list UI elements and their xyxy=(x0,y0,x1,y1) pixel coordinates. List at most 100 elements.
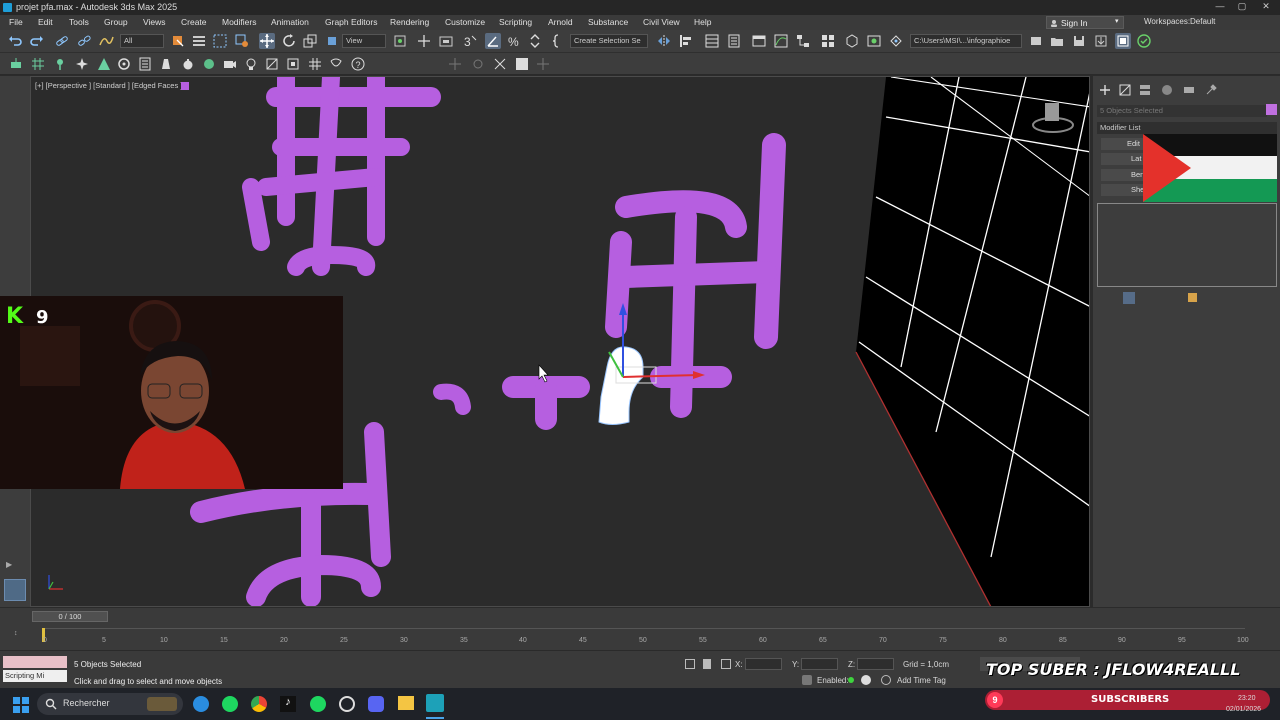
discord-icon[interactable] xyxy=(368,696,384,712)
windows-start-icon[interactable] xyxy=(13,697,29,713)
3ds-max-taskbar-icon[interactable] xyxy=(426,694,444,712)
layer-explorer-icon[interactable] xyxy=(726,33,742,49)
placement-icon[interactable] xyxy=(324,33,340,49)
isolate-selection-icon[interactable] xyxy=(685,659,695,669)
list-icon[interactable] xyxy=(137,56,153,72)
x-coordinate-input[interactable] xyxy=(745,658,782,670)
sign-in-button[interactable]: Sign In ▾ xyxy=(1046,16,1124,29)
tiktok-icon[interactable]: ♪ xyxy=(280,696,296,712)
z-coordinate-input[interactable] xyxy=(857,658,894,670)
paint-icon[interactable] xyxy=(158,56,174,72)
snaps-toggle-icon[interactable]: 3 xyxy=(462,33,478,49)
lock-selection-icon[interactable] xyxy=(703,659,711,669)
viewport-color-swatch[interactable] xyxy=(181,82,189,90)
menu-edit[interactable]: Edit xyxy=(38,17,53,27)
pivot-center-icon[interactable] xyxy=(392,33,408,49)
shapes-icon[interactable] xyxy=(264,56,280,72)
edit-named-selection-icon[interactable] xyxy=(552,33,568,49)
play-small-icon[interactable]: ▶ xyxy=(6,560,16,569)
import-icon[interactable] xyxy=(1093,33,1109,49)
menu-civil-view[interactable]: Civil View xyxy=(643,17,680,27)
pin-stack-icon[interactable] xyxy=(1123,292,1135,304)
modifier-list-select[interactable]: Modifier List xyxy=(1097,122,1277,134)
search-box[interactable]: Rechercher xyxy=(37,693,183,715)
project-path-select[interactable]: C:\Users\MSI\...\infographioe xyxy=(910,34,1022,48)
spinner-snap-icon[interactable] xyxy=(527,33,543,49)
redo-icon[interactable] xyxy=(28,33,44,49)
menu-animation[interactable]: Animation xyxy=(271,17,309,27)
viewport-layout-button[interactable] xyxy=(4,579,26,601)
render-production-icon[interactable] xyxy=(888,33,904,49)
grid-icon[interactable] xyxy=(307,56,323,72)
menu-modifiers[interactable]: Modifiers xyxy=(222,17,256,27)
grid-snap-icon[interactable] xyxy=(30,56,46,72)
save-file-icon[interactable] xyxy=(1071,33,1087,49)
menu-rendering[interactable]: Rendering xyxy=(390,17,429,27)
toggle-ribbon-icon[interactable] xyxy=(751,33,767,49)
menu-tools[interactable]: Tools xyxy=(69,17,89,27)
modifier-stack-panel[interactable] xyxy=(1097,203,1277,287)
obs-icon[interactable] xyxy=(339,696,355,712)
bind-spacewarp-icon[interactable] xyxy=(98,33,114,49)
close-button[interactable]: ✕ xyxy=(1256,1,1276,14)
isolate-icon[interactable] xyxy=(514,56,530,72)
help-circle-icon[interactable]: ? xyxy=(350,56,366,72)
chrome-icon[interactable] xyxy=(251,696,267,712)
selection-filter-select[interactable]: All xyxy=(120,34,164,48)
object-color-swatch[interactable] xyxy=(1266,104,1277,115)
scene-explorer-icon[interactable] xyxy=(704,33,720,49)
mirror-icon[interactable] xyxy=(656,33,672,49)
pyramid-icon[interactable] xyxy=(96,56,112,72)
menu-customize[interactable]: Customize xyxy=(445,17,485,27)
menu-scripting[interactable]: Scripting xyxy=(499,17,532,27)
helpers-icon[interactable] xyxy=(285,56,301,72)
workspaces-select[interactable]: Default xyxy=(1190,17,1215,26)
named-selection-set-input[interactable]: Create Selection Se xyxy=(570,34,648,48)
select-and-scale-icon[interactable] xyxy=(302,33,318,49)
mini-curve-toggle[interactable]: ↕ xyxy=(14,630,26,637)
move-gizmo-icon[interactable] xyxy=(535,56,551,72)
cross-select-icon[interactable] xyxy=(470,56,486,72)
unlink-icon[interactable] xyxy=(76,33,92,49)
edge-browser-icon[interactable] xyxy=(193,696,209,712)
viewport-label[interactable]: [+] [Perspective ] [Standard ] [Edged Fa… xyxy=(35,81,182,90)
reference-coordinate-select[interactable]: View xyxy=(342,34,386,48)
pin-icon[interactable] xyxy=(52,56,68,72)
spotify-alt-icon[interactable] xyxy=(310,696,326,712)
select-and-rotate-icon[interactable] xyxy=(281,33,297,49)
maximize-button[interactable]: ▢ xyxy=(1232,1,1252,14)
angle-snap-icon[interactable] xyxy=(485,33,501,49)
select-and-move-icon[interactable] xyxy=(259,33,275,49)
expert-mode-icon[interactable] xyxy=(1115,33,1131,49)
spotify-icon[interactable] xyxy=(222,696,238,712)
keyboard-shortcut-icon[interactable] xyxy=(438,33,454,49)
window-crossing-icon[interactable] xyxy=(234,33,250,49)
create-tab-icon[interactable] xyxy=(1097,82,1113,98)
light-icon[interactable] xyxy=(243,56,259,72)
select-manipulate-icon[interactable] xyxy=(416,33,432,49)
add-time-tag-button[interactable]: Add Time Tag xyxy=(897,676,946,685)
enabled-toggle[interactable] xyxy=(861,675,871,685)
menu-create[interactable]: Create xyxy=(181,17,207,27)
y-coordinate-input[interactable] xyxy=(801,658,838,670)
menu-views[interactable]: Views xyxy=(143,17,166,27)
minimize-button[interactable]: — xyxy=(1210,1,1230,14)
render-setup-icon[interactable] xyxy=(844,33,860,49)
adaptive-degradation-icon[interactable] xyxy=(802,675,812,685)
maxscript-mini-input[interactable]: Scripting Mi xyxy=(3,670,67,682)
configure-modifier-icon[interactable] xyxy=(1188,293,1197,302)
schematic-view-icon[interactable] xyxy=(795,33,811,49)
select-by-name-icon[interactable] xyxy=(191,33,207,49)
checkmark-icon[interactable] xyxy=(1136,33,1152,49)
motion-tab-icon[interactable] xyxy=(1159,82,1175,98)
menu-substance[interactable]: Substance xyxy=(588,17,628,27)
track-bar[interactable]: 0 5 10 15 20 25 30 35 40 45 50 55 60 65 … xyxy=(43,628,1249,646)
menu-help[interactable]: Help xyxy=(694,17,711,27)
systems-icon[interactable] xyxy=(328,56,344,72)
open-file-icon[interactable] xyxy=(1049,33,1065,49)
align-icon[interactable] xyxy=(678,33,694,49)
utilities-tab-icon[interactable] xyxy=(1203,82,1219,98)
selection-name-field[interactable]: 5 Objects Selected xyxy=(1097,105,1267,117)
menu-group[interactable]: Group xyxy=(104,17,128,27)
render-icon[interactable] xyxy=(201,56,217,72)
